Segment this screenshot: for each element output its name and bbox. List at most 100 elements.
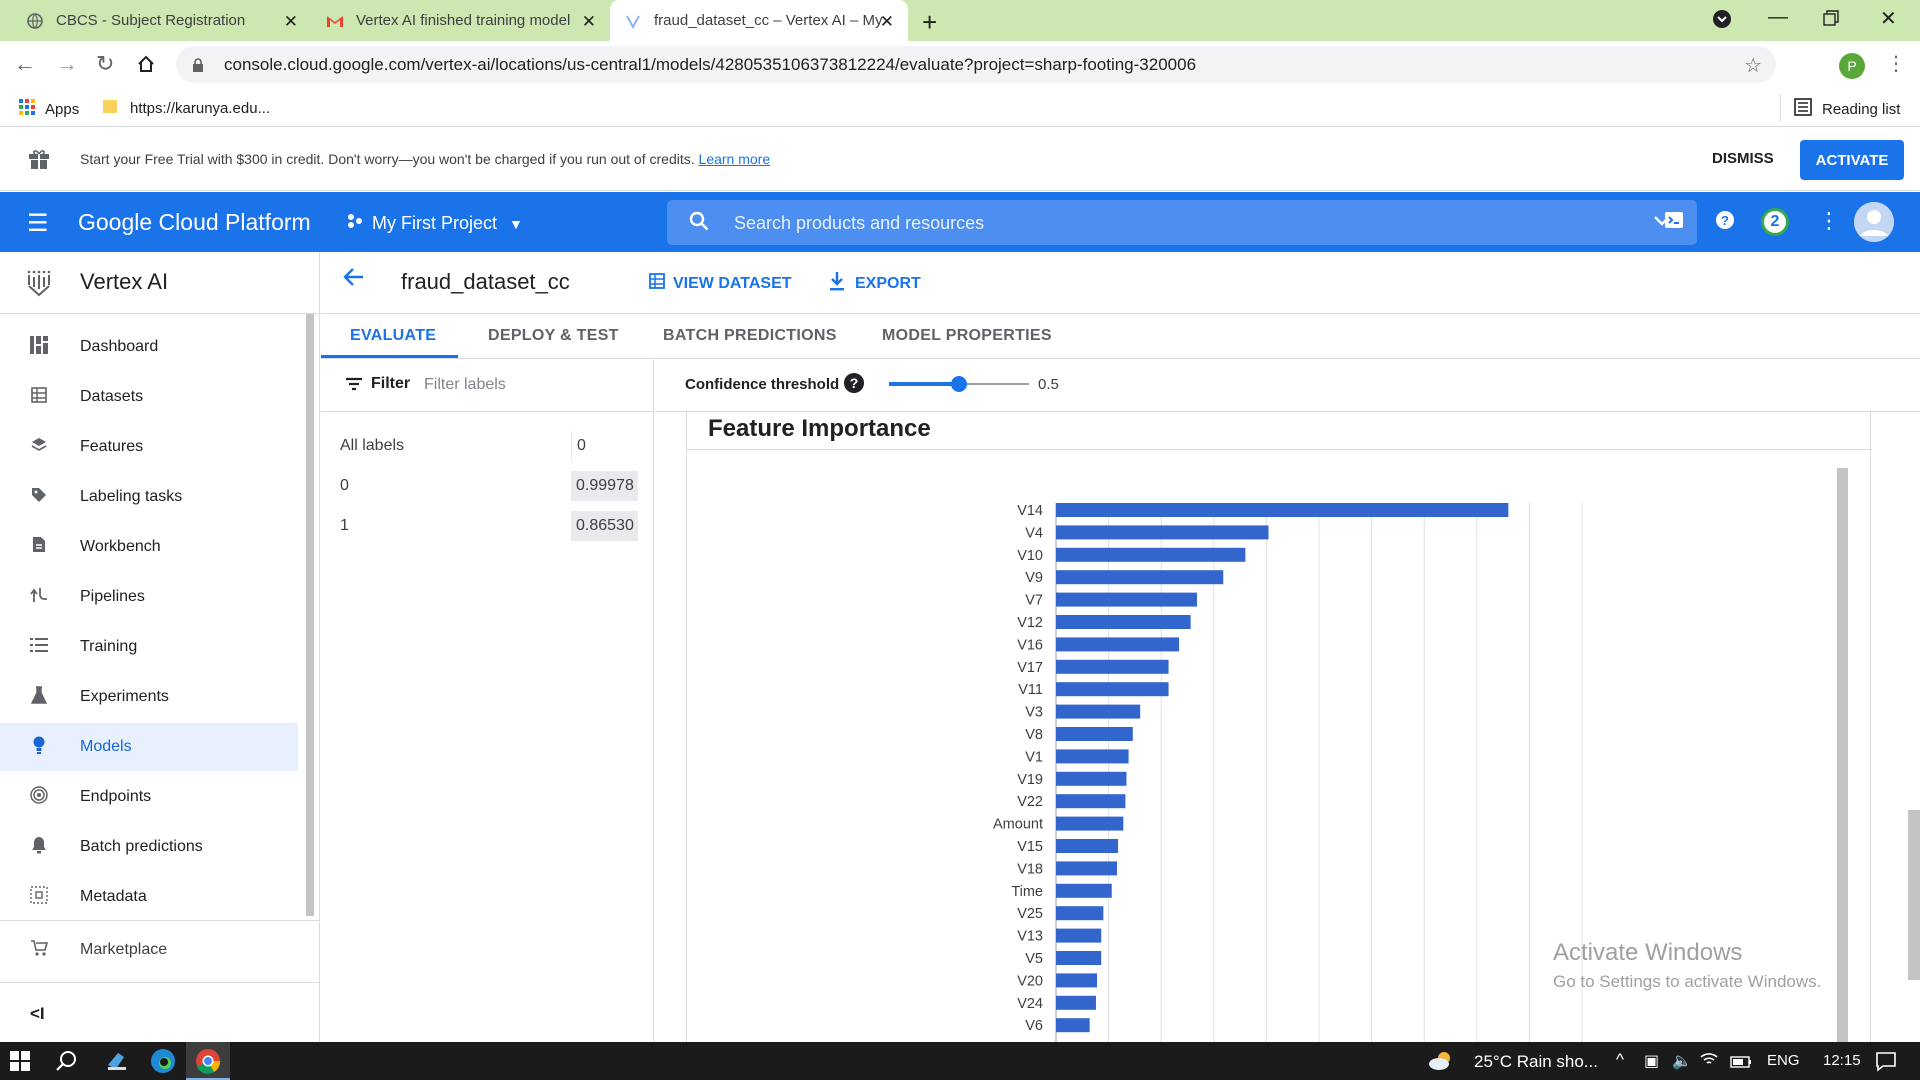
browser-tab-gmail[interactable]: Vertex AI finished training model ✕ [312,0,610,41]
edge-icon[interactable] [150,1048,176,1080]
more-vert-icon[interactable]: ⋮ [1818,208,1840,234]
label-row[interactable]: 0 0.99978 [321,467,654,507]
more-vert-icon[interactable]: ⋮ [1886,51,1906,76]
label-row[interactable]: All labels 0 [321,427,654,467]
notifications-badge[interactable]: 2 [1761,208,1789,236]
bar-v17[interactable] [1056,659,1169,674]
cloud-shell-icon[interactable] [1664,210,1684,236]
bar-amount[interactable] [1056,816,1124,831]
close-icon[interactable]: ✕ [284,12,298,32]
battery-icon[interactable] [1730,1053,1752,1073]
minimize-icon[interactable]: — [1768,6,1788,29]
app-icon[interactable] [106,1051,128,1077]
search-bar[interactable]: Search products and resources [667,200,1697,245]
bookmark-karunya[interactable]: https://karunya.edu... [102,98,270,118]
bar-v4[interactable] [1056,525,1269,540]
browser-tab-vertex[interactable]: fraud_dataset_cc – Vertex AI – My ✕ [610,0,908,41]
bar-v6[interactable] [1056,1018,1090,1033]
bar-v3[interactable] [1056,704,1141,719]
view-dataset-button[interactable]: VIEW DATASET [649,273,792,294]
bar-time[interactable] [1056,883,1112,898]
window-close-icon[interactable]: ✕ [1880,6,1897,31]
export-button[interactable]: EXPORT [829,271,921,296]
bar-v22[interactable] [1056,794,1126,809]
filter-label[interactable]: Filter [371,375,410,393]
sidebar-item-labeling-tasks[interactable]: Labeling tasks [0,473,298,521]
help-icon[interactable]: ? [844,373,864,393]
sidebar-item-metadata[interactable]: Metadata [0,873,298,921]
close-icon[interactable]: ✕ [582,12,596,32]
bar-v20[interactable] [1056,973,1098,988]
meet-now-icon[interactable]: ▣ [1644,1051,1659,1071]
sidebar-item-dashboard[interactable]: Dashboard [0,323,298,371]
hamburger-menu-icon[interactable]: ☰ [27,209,49,238]
clock[interactable]: 12:15 [1823,1052,1861,1069]
bar-v8[interactable] [1056,727,1133,741]
notification-center-icon[interactable] [1875,1050,1897,1077]
sidebar-item-features[interactable]: Features [0,423,298,471]
restore-icon[interactable] [1823,4,1839,32]
speaker-icon[interactable]: 🔈 [1672,1051,1692,1071]
bar-v9[interactable] [1056,570,1224,585]
bar-v10[interactable] [1056,547,1246,562]
sidebar-item-experiments[interactable]: Experiments [0,673,298,721]
back-arrow-icon[interactable]: ← [14,51,36,77]
chrome-taskbar-button[interactable] [186,1042,230,1080]
profile-avatar[interactable]: P [1839,53,1865,79]
sidebar-item-datasets[interactable]: Datasets [0,373,298,421]
project-selector[interactable]: My First Project ▼ [346,212,523,235]
chevron-up-icon[interactable]: ^ [1616,1050,1624,1070]
dismiss-button[interactable]: DISMISS [1712,150,1774,167]
bar-v14[interactable] [1056,503,1509,517]
forward-arrow-icon[interactable]: → [56,51,78,77]
weather-icon[interactable] [1428,1050,1454,1077]
reading-list-button[interactable]: Reading list [1794,98,1900,120]
bar-v19[interactable] [1056,771,1127,786]
tab-search-icon[interactable] [1712,9,1732,35]
bar-v13[interactable] [1056,928,1102,943]
sidebar-item-marketplace[interactable]: Marketplace [0,926,298,974]
address-bar[interactable]: console.cloud.google.com/vertex-ai/locat… [176,46,1776,83]
chart-scrollbar[interactable] [1837,468,1848,1042]
filter-icon[interactable] [345,375,363,396]
language-indicator[interactable]: ENG [1767,1052,1800,1069]
home-icon[interactable] [136,51,156,80]
help-icon[interactable]: ? [1715,210,1735,236]
label-row[interactable]: 1 0.86530 [321,507,654,547]
sidebar-item-training[interactable]: Training [0,623,298,671]
bar-v7[interactable] [1056,592,1197,607]
windows-start-icon[interactable] [10,1051,30,1077]
bar-v11[interactable] [1056,682,1169,697]
bar-v24[interactable] [1056,995,1096,1010]
bookmark-apps[interactable]: Apps [18,98,79,120]
filter-labels-input[interactable]: Filter labels [424,376,506,394]
sidebar-scrollbar[interactable] [306,314,314,916]
search-icon[interactable] [56,1050,78,1078]
sidebar-item-workbench[interactable]: Workbench [0,523,298,571]
tab-model-properties[interactable]: MODEL PROPERTIES [882,327,1052,345]
bar-v18[interactable] [1056,861,1118,876]
sidebar-item-batch-predictions[interactable]: Batch predictions [0,823,298,871]
page-scrollbar[interactable] [1908,810,1920,980]
wifi-icon[interactable] [1700,1051,1718,1072]
bar-v1[interactable] [1056,749,1129,764]
gcp-title[interactable]: Google Cloud Platform [78,209,311,236]
collapse-sidebar-icon[interactable]: <I [30,1004,45,1024]
tab-evaluate[interactable]: EVALUATE [350,327,436,345]
sidebar-item-models[interactable]: Models [0,723,298,771]
bar-v15[interactable] [1056,839,1119,853]
learn-more-link[interactable]: Learn more [699,151,771,167]
bookmark-star-icon[interactable]: ☆ [1744,53,1762,78]
tab-batch-predictions[interactable]: BATCH PREDICTIONS [663,327,837,345]
close-icon[interactable]: ✕ [880,12,894,32]
reload-icon[interactable]: ↻ [96,51,114,77]
browser-tab-cbcs[interactable]: CBCS - Subject Registration ✕ [12,0,312,41]
confidence-slider-thumb[interactable] [951,376,967,392]
sidebar-item-pipelines[interactable]: Pipelines [0,573,298,621]
bar-v5[interactable] [1056,951,1102,965]
back-arrow-icon[interactable] [343,266,365,295]
new-tab-button[interactable]: + [922,7,937,38]
bar-v12[interactable] [1056,615,1191,629]
bar-v25[interactable] [1056,906,1104,921]
sidebar-item-endpoints[interactable]: Endpoints [0,773,298,821]
